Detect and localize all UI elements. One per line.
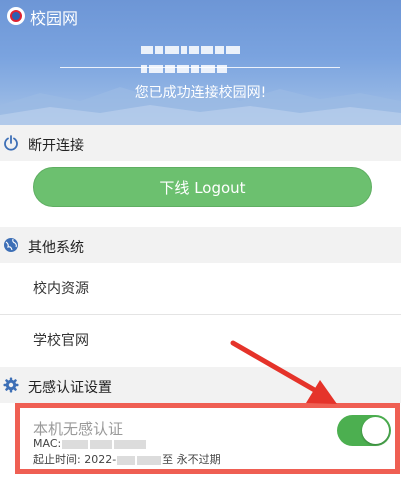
logout-button[interactable]: 下线 Logout: [33, 167, 372, 207]
app-title: 校园网: [30, 9, 79, 28]
app-logo-icon: [7, 7, 25, 25]
header-banner: 校园网 您已成功连接校园网!: [0, 0, 401, 125]
connection-status-text: 您已成功连接校园网!: [134, 85, 267, 101]
campus-resources-link[interactable]: 校内资源: [33, 278, 89, 298]
section-title-other-systems: 其他系统: [28, 240, 84, 256]
highlight-box: [15, 403, 400, 474]
section-title-seamless-auth: 无感认证设置: [28, 380, 112, 396]
list-divider: [0, 314, 401, 315]
section-title-disconnect: 断开连接: [28, 138, 84, 154]
power-icon: [4, 135, 18, 151]
section-header-seamless-auth: 无感认证设置: [0, 369, 401, 403]
header-divider: [60, 67, 340, 68]
globe-icon: [4, 238, 18, 252]
school-website-link[interactable]: 学校官网: [33, 330, 89, 350]
username-redacted: [140, 40, 244, 73]
gear-icon: [3, 377, 19, 393]
section-header-disconnect: 断开连接: [0, 127, 401, 161]
section-header-other-systems: 其他系统: [0, 229, 401, 263]
